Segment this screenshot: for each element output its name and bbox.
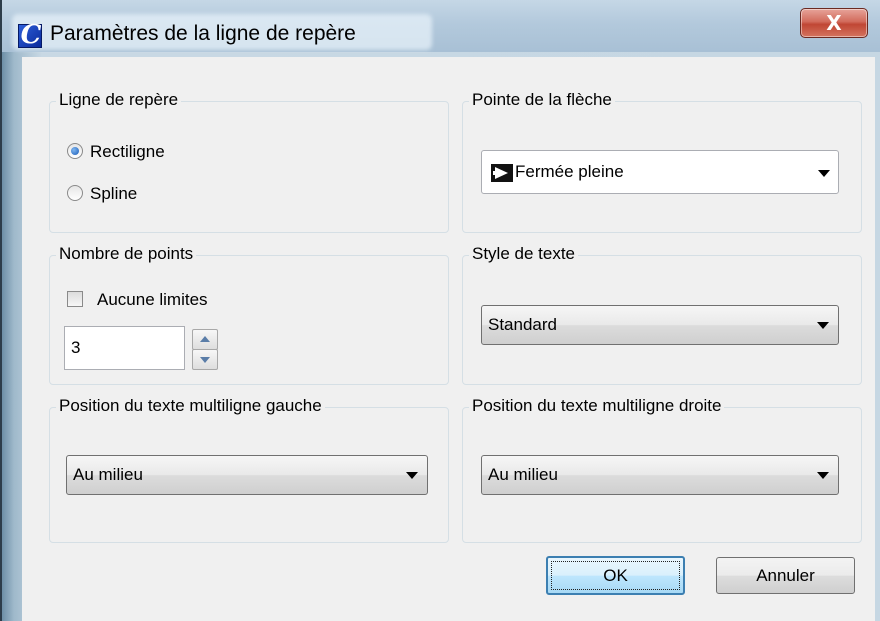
spin-up-button[interactable] — [192, 329, 218, 350]
radio-rectiligne-indicator[interactable] — [67, 143, 83, 159]
arrowhead-dropdown[interactable]: Fermée pleine — [481, 150, 839, 194]
mtext-right-group-label: Position du texte multiligne droite — [469, 395, 725, 417]
text-style-group-label: Style de texte — [469, 243, 579, 265]
close-button[interactable]: X — [800, 8, 868, 38]
arrow-up-icon — [200, 336, 210, 342]
cancel-button[interactable]: Annuler — [716, 557, 855, 594]
no-limit-label: Aucune limites — [97, 290, 208, 309]
mtext-left-dropdown[interactable]: Au milieu — [66, 455, 428, 495]
radio-spline-indicator[interactable] — [67, 185, 83, 201]
cancel-button-label: Annuler — [756, 566, 815, 585]
points-count-value: 3 — [71, 338, 81, 357]
mtext-right-dropdown[interactable]: Au milieu — [481, 455, 839, 495]
radio-rectiligne-label: Rectiligne — [90, 142, 165, 161]
no-limit-checkbox-box[interactable] — [67, 291, 83, 307]
dialog-window: C Paramètres de la ligne de repère X Lig… — [0, 0, 880, 621]
leader-line-group: Ligne de repère — [49, 89, 449, 233]
radio-rectiligne[interactable]: Rectiligne — [67, 141, 247, 163]
mtext-right-value: Au milieu — [488, 465, 558, 484]
dialog-client-area: Ligne de repère Rectiligne Spline Pointe… — [22, 57, 875, 621]
chevron-down-icon — [817, 472, 829, 479]
spin-down-button[interactable] — [192, 349, 218, 370]
filled-arrow-icon — [491, 164, 513, 182]
leader-line-group-label: Ligne de repère — [56, 89, 182, 111]
mtext-left-value: Au milieu — [73, 465, 143, 484]
text-style-dropdown[interactable]: Standard — [481, 305, 839, 345]
app-logo-icon: C — [18, 20, 42, 50]
chevron-down-icon — [817, 322, 829, 329]
chevron-down-icon — [818, 170, 830, 177]
radio-spline[interactable]: Spline — [67, 183, 247, 205]
dialog-title: Paramètres de la ligne de repère — [50, 22, 356, 45]
chevron-down-icon — [406, 472, 418, 479]
ok-button-label: OK — [603, 566, 628, 585]
text-style-value: Standard — [488, 315, 557, 334]
radio-spline-label: Spline — [90, 184, 138, 203]
points-group-label: Nombre de points — [56, 243, 197, 265]
arrowhead-value: Fermée pleine — [515, 162, 624, 181]
no-limit-checkbox[interactable]: Aucune limites — [67, 289, 267, 311]
title-bar[interactable]: C Paramètres de la ligne de repère X — [2, 0, 880, 52]
mtext-left-group-label: Position du texte multiligne gauche — [56, 395, 325, 417]
ok-button[interactable]: OK — [546, 556, 685, 595]
arrow-down-icon — [200, 357, 210, 363]
arrowhead-group-label: Pointe de la flèche — [469, 89, 615, 111]
close-icon: X — [826, 11, 842, 35]
points-count-input[interactable]: 3 — [64, 326, 185, 370]
